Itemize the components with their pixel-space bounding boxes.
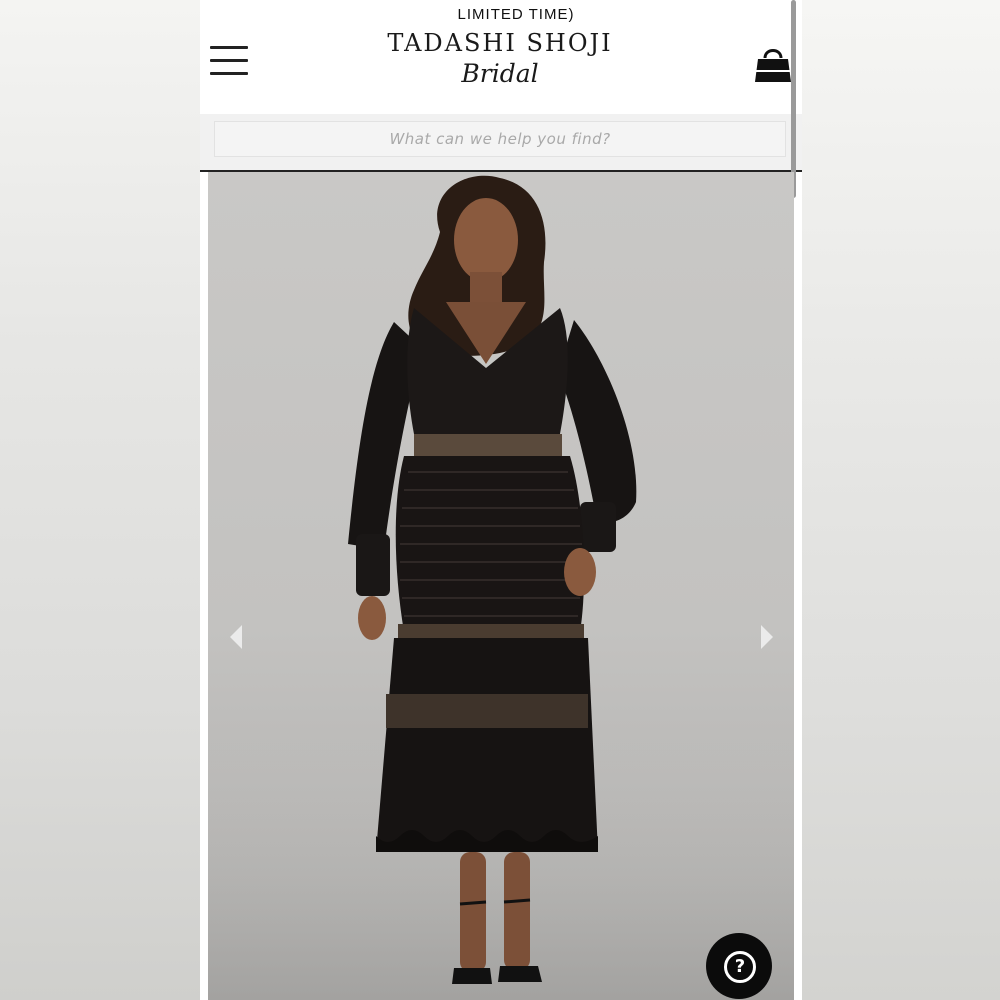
promo-banner-text: LIMITED TIME) (457, 6, 575, 23)
scrollbar[interactable] (791, 0, 796, 198)
product-image[interactable] (208, 172, 794, 1000)
search-bar (200, 114, 802, 172)
question-icon: ? (724, 951, 756, 983)
search-input[interactable] (214, 121, 786, 157)
hamburger-menu-icon[interactable] (210, 46, 248, 76)
help-chat-button[interactable]: ? (706, 933, 772, 999)
logo-subtitle: Bridal (461, 59, 539, 88)
site-header: LIMITED TIME) TADASHI SHOJI Bridal (200, 0, 802, 114)
logo-wordmark: TADASHI SHOJI (387, 29, 613, 57)
shopping-bag-icon[interactable] (754, 44, 792, 84)
mobile-screen: LIMITED TIME) TADASHI SHOJI Bridal What … (200, 0, 802, 1000)
model-photo (208, 175, 794, 1000)
background-right-blur (802, 0, 1000, 1000)
brand-logo[interactable]: TADASHI SHOJI Bridal (350, 28, 650, 88)
background-left-blur (0, 0, 200, 1000)
